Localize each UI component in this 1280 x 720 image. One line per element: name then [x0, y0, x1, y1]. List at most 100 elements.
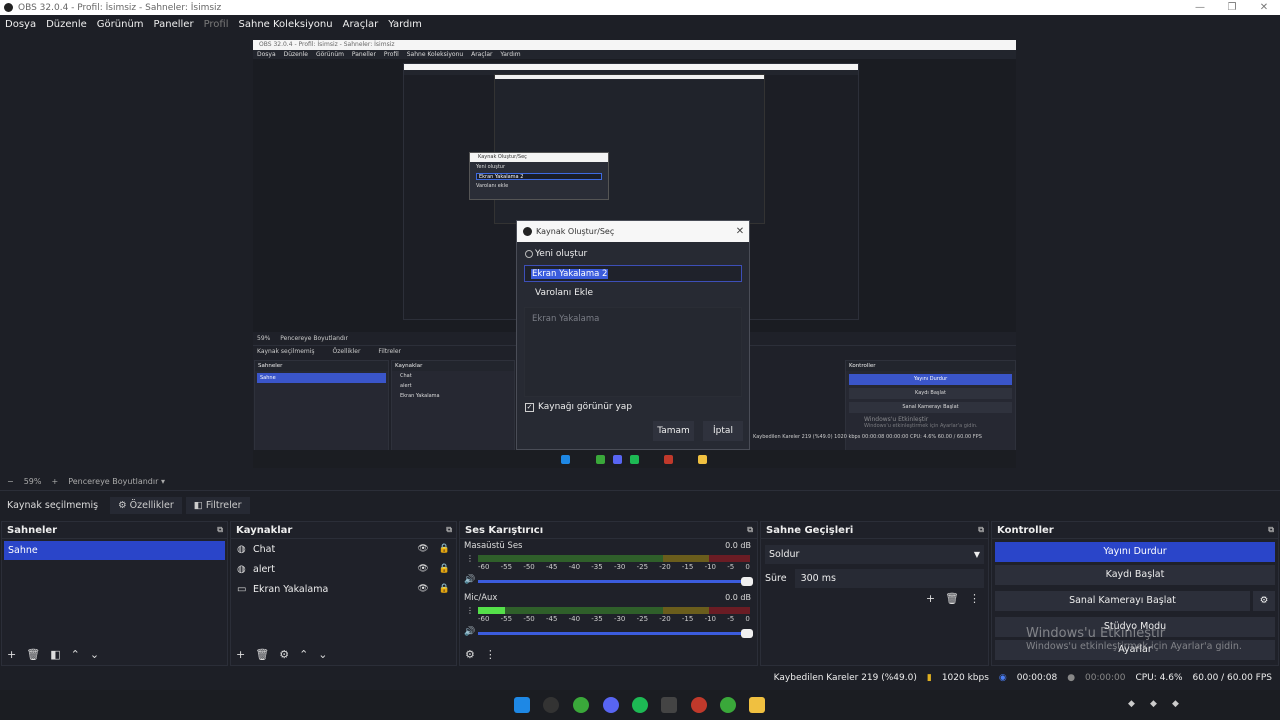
nested-dialog-new: Yeni oluştur — [476, 164, 506, 170]
start-recording-button[interactable]: Kaydı Başlat — [995, 565, 1275, 585]
nested-scenes-dock: Sahneler Sahne — [254, 360, 389, 460]
slider-handle[interactable] — [741, 629, 753, 638]
menu-view[interactable]: Görünüm — [97, 19, 144, 30]
source-item-alert[interactable]: ◍ alert 👁 🔒 — [231, 559, 456, 579]
minimize-button[interactable]: — — [1184, 2, 1216, 13]
volume-slider[interactable] — [478, 629, 753, 638]
speaker-icon[interactable]: 🔊 — [464, 627, 475, 637]
slider-handle[interactable] — [741, 577, 753, 586]
source-name: Chat — [253, 543, 276, 555]
nested-folder-icon — [698, 455, 707, 464]
maximize-button[interactable]: ❐ — [1216, 2, 1248, 13]
discord-icon[interactable] — [603, 697, 619, 713]
filters-button[interactable]: ◧ Filtreler — [185, 497, 250, 514]
fit-to-window-select[interactable]: Pencereye Boyutlandır ▾ — [68, 477, 165, 486]
start-virtualcam-button[interactable]: Sanal Kamerayı Başlat — [995, 591, 1250, 611]
add-scene-icon[interactable]: + — [7, 648, 16, 661]
close-window-button[interactable]: ✕ — [1248, 2, 1280, 13]
properties-button[interactable]: ⚙ Özellikler — [110, 497, 182, 514]
ok-button[interactable]: Tamam — [653, 421, 694, 441]
menu-help[interactable]: Yardım — [388, 19, 422, 30]
undock-icon[interactable]: ⧉ — [446, 525, 452, 535]
make-visible-checkbox[interactable]: ✓ — [525, 402, 534, 412]
move-down-icon[interactable]: ⌄ — [318, 648, 327, 661]
monitor-icon: ▭ — [237, 583, 247, 595]
more-options-icon[interactable]: ⋮ — [969, 592, 980, 605]
duration-input[interactable]: 300 ms — [794, 569, 984, 588]
nested-menu-item: Dosya — [257, 51, 276, 58]
existing-sources-list[interactable]: Ekran Yakalama — [524, 307, 742, 397]
menu-scene-collection[interactable]: Sahne Koleksiyonu — [239, 19, 333, 30]
speaker-icon[interactable]: 🔊 — [464, 575, 475, 585]
nested-watermark: Windows'u Etkinleştir — [864, 416, 929, 423]
make-visible-option[interactable]: ✓ Kaynağı görünür yap — [525, 402, 632, 412]
menu-edit[interactable]: Düzenle — [46, 19, 87, 30]
filter-icon: ◧ — [193, 500, 203, 511]
create-new-option[interactable]: Yeni oluştur — [517, 244, 749, 264]
chevron-down-icon: ▾ — [160, 476, 165, 486]
capcut-icon[interactable] — [661, 697, 677, 713]
menu-tools[interactable]: Araçlar — [343, 19, 379, 30]
trash-icon[interactable]: 🗑 — [255, 648, 269, 661]
filter-icon[interactable]: ◧ — [50, 648, 60, 661]
zoom-in-button[interactable]: + — [51, 477, 58, 486]
nested-dialog-existing: Varolanı ekle — [476, 183, 509, 189]
tray-icon[interactable]: ◆ — [1172, 699, 1179, 709]
menu-docks[interactable]: Paneller — [154, 19, 194, 30]
menu-profile[interactable]: Profil — [204, 19, 229, 30]
stop-streaming-button[interactable]: Yayını Durdur — [995, 542, 1275, 562]
tray-icon[interactable]: ◆ — [1150, 699, 1157, 709]
trash-icon[interactable]: 🗑 — [945, 592, 959, 605]
lock-icon[interactable]: 🔒 — [439, 564, 450, 574]
source-item-chat[interactable]: ◍ Chat 👁 🔒 — [231, 539, 456, 559]
search-icon[interactable] — [543, 697, 559, 713]
move-up-icon[interactable]: ⌃ — [71, 648, 80, 661]
source-item-screen-capture[interactable]: ▭ Ekran Yakalama 👁 🔒 — [231, 579, 456, 599]
undock-icon[interactable]: ⧉ — [747, 525, 753, 535]
dialog-close-button[interactable]: ✕ — [731, 226, 749, 237]
eye-icon[interactable]: 👁 — [417, 564, 428, 574]
add-transition-icon[interactable]: + — [926, 592, 935, 605]
volume-slider[interactable] — [478, 577, 753, 586]
chrome-profile-icon[interactable] — [720, 697, 736, 713]
filters-label: Filtreler — [205, 500, 242, 511]
obs-icon[interactable] — [691, 697, 707, 713]
nested-chrome-icon — [596, 455, 605, 464]
eye-icon[interactable]: 👁 — [417, 544, 428, 554]
add-existing-option[interactable]: Varolanı Ekle — [517, 283, 749, 303]
track-menu-icon[interactable]: ⋮ — [466, 606, 474, 615]
record-icon: ● — [1067, 673, 1076, 683]
eye-icon[interactable]: 👁 — [417, 584, 428, 594]
track-menu-icon[interactable]: ⋮ — [466, 554, 474, 563]
nested-start-record: Kaydı Başlat — [849, 388, 1012, 399]
windows-start-icon[interactable] — [514, 697, 530, 713]
chrome-icon[interactable] — [573, 697, 589, 713]
dialog-title: Kaynak Oluştur/Seç — [536, 227, 615, 236]
cancel-button[interactable]: İptal — [703, 421, 743, 441]
undock-icon[interactable]: ⧉ — [1268, 525, 1274, 535]
undock-icon[interactable]: ⧉ — [978, 525, 984, 535]
existing-source-item[interactable]: Ekran Yakalama — [532, 314, 734, 324]
mixer-track-desktop: Masaüstü Ses 0.0 dB ⋮ -60 -55 -50 -45 -40 -35… — [460, 539, 757, 591]
trash-icon[interactable]: 🗑 — [26, 648, 40, 661]
more-options-icon[interactable]: ⋮ — [485, 648, 496, 661]
tray-icon[interactable]: ◆ — [1128, 699, 1135, 709]
spotify-icon[interactable] — [632, 697, 648, 713]
audio-settings-icon[interactable]: ⚙ — [465, 648, 475, 661]
folder-icon[interactable] — [749, 697, 765, 713]
move-down-icon[interactable]: ⌄ — [90, 648, 99, 661]
move-up-icon[interactable]: ⌃ — [299, 648, 308, 661]
scene-item[interactable]: Sahne — [4, 541, 225, 560]
gear-icon[interactable]: ⚙ — [1253, 591, 1275, 611]
menu-file[interactable]: Dosya — [5, 19, 36, 30]
add-source-icon[interactable]: + — [236, 648, 245, 661]
lock-icon[interactable]: 🔒 — [439, 584, 450, 594]
create-new-radio[interactable] — [525, 250, 533, 258]
undock-icon[interactable]: ⧉ — [217, 525, 223, 535]
source-name-input[interactable]: Ekran Yakalama 2 — [524, 265, 742, 282]
zoom-out-button[interactable]: − — [7, 477, 14, 486]
preview-area[interactable]: OBS 32.0.4 - Profil: İsimsiz - Sahneler:… — [0, 33, 1280, 474]
gear-icon[interactable]: ⚙ — [279, 648, 289, 661]
transition-select[interactable]: Soldur ▼ — [765, 545, 984, 564]
lock-icon[interactable]: 🔒 — [439, 544, 450, 554]
